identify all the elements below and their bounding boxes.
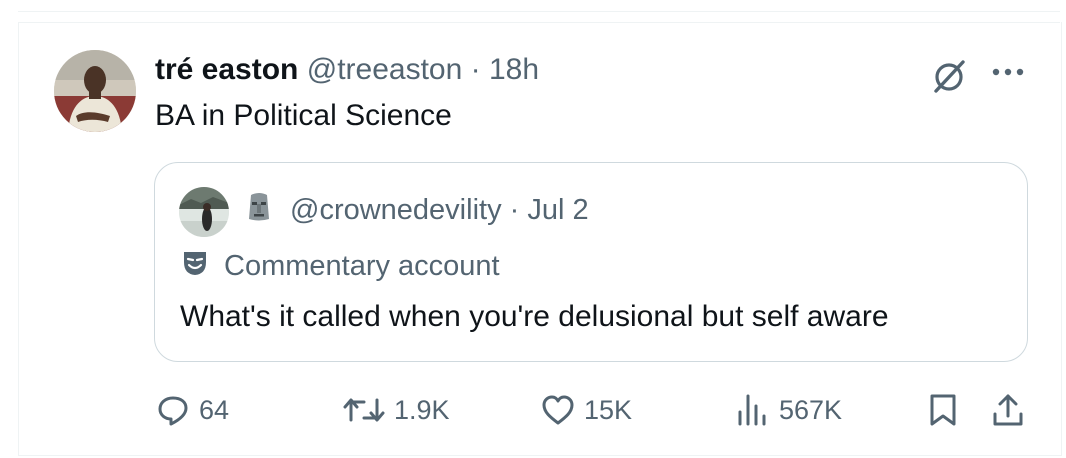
mask-icon — [181, 249, 209, 277]
repost-icon — [343, 398, 385, 422]
repost-count: 1.9K — [394, 394, 450, 425]
tweet-time[interactable]: 18h — [489, 53, 539, 86]
moai-icon — [243, 191, 275, 223]
quoted-tweet[interactable]: @crownedevility · Jul 2 Commentary accou… — [154, 162, 1028, 362]
share-icon — [993, 394, 1023, 426]
display-name[interactable]: tré easton — [155, 53, 298, 86]
quoted-avatar[interactable] — [179, 187, 229, 237]
reply-button[interactable]: 64 — [155, 392, 229, 428]
quoted-text: What's it called when you're delusional … — [180, 300, 889, 333]
quoted-handle[interactable]: @crownedevility — [290, 194, 502, 226]
views-button[interactable]: 567K — [735, 392, 842, 428]
bookmark-button[interactable] — [925, 392, 961, 428]
tweet-text: BA in Political Science — [155, 99, 452, 132]
like-count: 15K — [584, 394, 633, 425]
account-label: Commentary account — [224, 250, 500, 282]
repost-button[interactable]: 1.9K — [342, 392, 450, 428]
separator: · — [509, 194, 520, 226]
reply-count: 64 — [199, 394, 230, 425]
separator: · — [470, 53, 481, 86]
share-button[interactable] — [990, 392, 1026, 428]
heart-icon — [542, 395, 574, 425]
user-handle[interactable]: @treeaston — [307, 53, 463, 86]
grok-icon[interactable] — [930, 56, 970, 96]
divider — [18, 11, 1060, 12]
bookmark-icon — [930, 394, 956, 426]
tweet-header: tré easton @treeaston · 18h — [155, 52, 539, 88]
more-icon[interactable] — [988, 60, 1028, 84]
views-count: 567K — [779, 394, 843, 425]
views-icon — [738, 394, 766, 426]
quoted-date[interactable]: Jul 2 — [527, 194, 588, 226]
like-button[interactable]: 15K — [540, 392, 632, 428]
reply-icon — [158, 396, 188, 426]
author-avatar[interactable] — [54, 50, 136, 132]
quoted-header: @crownedevility · Jul 2 — [290, 193, 589, 227]
